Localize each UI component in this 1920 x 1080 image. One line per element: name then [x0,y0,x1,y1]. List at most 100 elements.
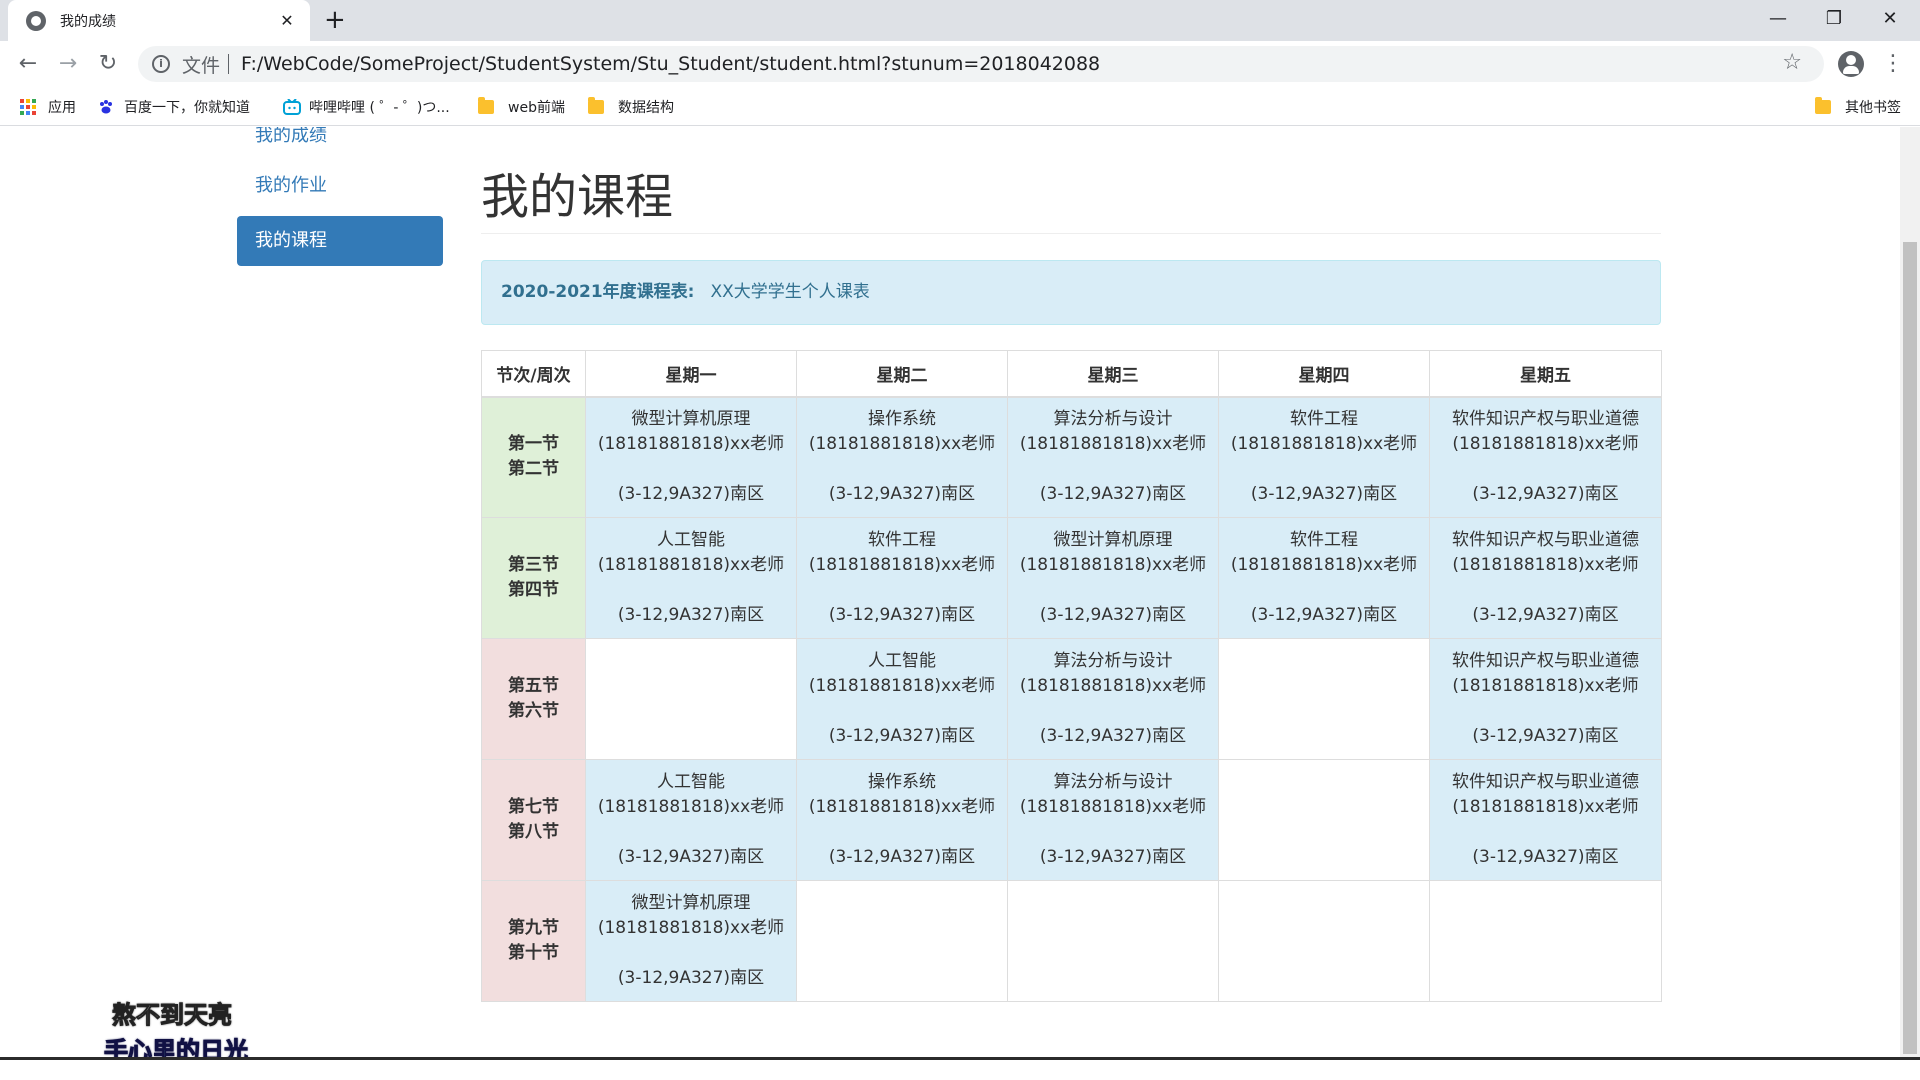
course-teacher: (18181881818)xx老师 [1019,797,1207,817]
menu-kebab-icon[interactable]: ⋮ [1882,47,1904,81]
course-cell: 人工智能 (18181881818)xx老师 (3-12,9A327)南区 [585,517,797,639]
folder-icon [1815,97,1831,114]
period-cell: 第一节 第二节 [481,396,586,518]
course-teacher: (18181881818)xx老师 [808,676,996,696]
empty-cell [1218,880,1430,1002]
close-window-button[interactable]: ✕ [1862,4,1918,34]
reload-button[interactable]: ↻ [93,49,123,79]
bookmark-label: 数据结构 [618,100,674,116]
course-cell: 人工智能 (18181881818)xx老师 (3-12,9A327)南区 [796,638,1008,760]
header-wednesday: 星期三 [1007,350,1219,398]
course-cell: 软件知识产权与职业道德 (18181881818)xx老师 (3-12,9A327)… [1429,638,1662,760]
course-location: (3-12,9A327)南区 [617,605,765,625]
schedule-info-alert: 2020-2021年度课程表: XX大学学生个人课表 [481,260,1661,325]
browser-tab-active[interactable]: 我的成绩 ✕ [8,0,310,41]
bookmark-baidu[interactable]: 百度一下，你就知道 [98,95,250,119]
course-name: 软件知识产权与职业道德 [1452,772,1639,792]
course-teacher: (18181881818)xx老师 [597,434,785,455]
alert-strong: 2020-2021年度课程表: [501,282,695,302]
sidebar-item-homework[interactable]: 我的作业 [237,161,443,211]
alert-text: XX大学学生个人课表 [710,282,870,302]
period-label: 第八节 [508,822,559,842]
empty-cell [585,638,797,760]
address-divider [228,54,230,74]
close-tab-icon[interactable]: ✕ [276,11,298,30]
bookmark-apps[interactable]: 应用 [20,95,76,119]
course-cell: 软件工程 (18181881818)xx老师 (3-12,9A327)南区 [1218,396,1430,518]
address-bar[interactable]: i 文件 F:/WebCode/SomeProject/StudentSyste… [138,46,1824,82]
course-location: (3-12,9A327)南区 [617,968,765,988]
minimize-button[interactable]: — [1750,4,1806,34]
course-name: 操作系统 [868,772,936,792]
course-teacher: (18181881818)xx老师 [1230,434,1418,455]
info-icon[interactable]: i [152,55,170,73]
course-cell: 软件工程 (18181881818)xx老师 (3-12,9A327)南区 [796,517,1008,639]
course-name: 人工智能 [868,651,936,671]
course-name: 算法分析与设计 [1053,651,1173,671]
course-cell: 软件工程 (18181881818)xx老师 (3-12,9A327)南区 [1218,517,1430,639]
scrollbar-thumb[interactable] [1903,242,1917,1054]
back-button[interactable]: ← [13,49,43,79]
bookmark-bilibili[interactable]: 哔哩哔哩 ( ゜- ゜)つ... [283,95,450,119]
window-bottom-edge [0,1057,1920,1080]
course-location: (3-12,9A327)南区 [1250,605,1398,625]
course-cell: 算法分析与设计 (18181881818)xx老师 (3-12,9A327)南区 [1007,638,1219,760]
course-teacher: (18181881818)xx老师 [1452,797,1639,817]
period-label: 第六节 [508,701,559,721]
course-location: (3-12,9A327)南区 [828,605,976,625]
course-cell: 微型计算机原理 (18181881818)xx老师 (3-12,9A327)南区 [1007,517,1219,639]
sidebar-item-courses[interactable]: 我的课程 [237,216,443,266]
course-cell: 算法分析与设计 (18181881818)xx老师 (3-12,9A327)南区 [1007,759,1219,881]
table-row: 第三节 第四节 人工智能 (18181881818)xx老师 (3-12,9A327)南… [481,517,1662,639]
course-teacher: (18181881818)xx老师 [597,918,785,938]
course-teacher: (18181881818)xx老师 [1452,555,1639,575]
course-name: 软件工程 [1290,409,1358,430]
maximize-button[interactable]: ❐ [1806,4,1862,34]
bookmark-label: 其他书签 [1845,100,1901,116]
empty-cell [796,880,1008,1002]
folder-icon [478,97,494,114]
course-name: 人工智能 [657,530,725,550]
course-cell: 操作系统 (18181881818)xx老师 (3-12,9A327)南区 [796,759,1008,881]
empty-cell [1007,880,1219,1002]
table-row: 第五节第六节 人工智能 (18181881818)xx老师 (3-12,9A327)南… [481,638,1662,760]
header-thursday: 星期四 [1218,350,1430,398]
new-tab-button[interactable]: + [324,6,346,34]
course-teacher: (18181881818)xx老师 [808,797,996,817]
table-row: 第七节 第八节 人工智能 (18181881818)xx老师 (3-12,9A327)南… [481,759,1662,881]
bookmark-label: 应用 [48,100,76,116]
course-location: (3-12,9A327)南区 [1472,605,1619,625]
bookmark-web-frontend[interactable]: web前端 [478,95,565,119]
bookmark-data-structures[interactable]: 数据结构 [588,95,674,119]
baidu-paw-icon [98,99,114,115]
course-location: (3-12,9A327)南区 [1472,484,1619,505]
sidebar-item-grades[interactable]: 我的成绩 [237,127,443,161]
course-name: 软件工程 [868,530,936,550]
browser-toolbar: ← → ↻ i 文件 F:/WebCode/SomeProject/Studen… [0,41,1920,88]
url-text[interactable]: F:/WebCode/SomeProject/StudentSystem/Stu… [241,53,1100,75]
course-location: (3-12,9A327)南区 [1039,484,1187,505]
bookmark-star-icon[interactable]: ☆ [1782,50,1802,75]
course-location: (3-12,9A327)南区 [1472,726,1619,746]
period-cell: 第九节 第十节 [481,880,586,1002]
course-location: (3-12,9A327)南区 [828,726,976,746]
course-name: 微型计算机原理 [631,409,751,430]
header-period-week: 节次/周次 [481,350,586,398]
course-cell: 微型计算机原理 (18181881818)xx老师 (3-12,9A327)南区 [585,396,797,518]
lyrics-overlay: 熬不到天亮 手心里的日光 [104,997,249,1058]
tab-strip: 我的成绩 ✕ + — ❐ ✕ [0,0,1920,41]
bookmark-other[interactable]: 其他书签 [1815,95,1901,119]
course-teacher: (18181881818)xx老师 [1452,676,1639,696]
course-teacher: (18181881818)xx老师 [808,434,996,455]
course-cell: 人工智能 (18181881818)xx老师 (3-12,9A327)南区 [585,759,797,881]
bookmark-label: 哔哩哔哩 ( ゜- ゜)つ... [309,100,450,116]
globe-icon [26,10,46,31]
period-label: 第五节 [508,676,559,696]
forward-button[interactable]: → [53,49,83,79]
page-scrollbar[interactable] [1900,127,1920,1057]
header-tuesday: 星期二 [796,350,1008,398]
empty-cell [1218,638,1430,760]
page-title: 我的课程 [481,169,674,225]
table-header-row: 节次/周次 星期一 星期二 星期三 星期四 星期五 [481,350,1662,398]
profile-avatar-icon[interactable] [1838,51,1864,77]
